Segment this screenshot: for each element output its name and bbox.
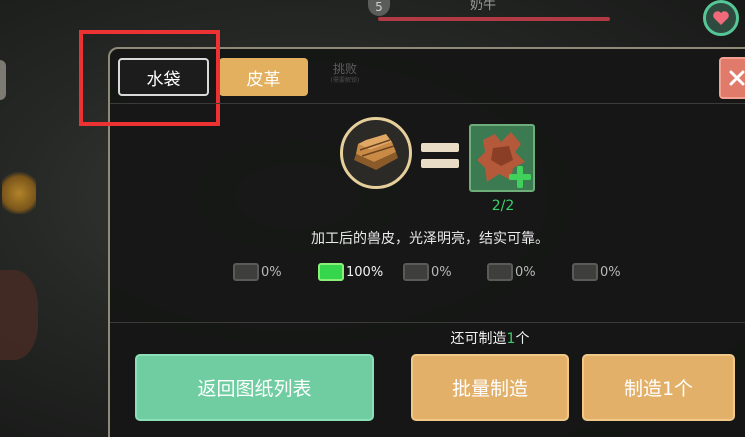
plus-icon — [509, 166, 531, 188]
quality-checkbox[interactable] — [487, 263, 513, 281]
ingredient-slot[interactable] — [340, 117, 412, 189]
close-icon — [729, 70, 745, 86]
favorite-button[interactable] — [703, 0, 739, 36]
background-creature — [0, 270, 38, 360]
tab-leather[interactable]: 皮革 — [219, 58, 308, 96]
target-health-bar — [378, 17, 610, 21]
quality-option[interactable]: 0% — [572, 263, 621, 281]
remaining-suffix: 个 — [515, 331, 530, 347]
hide-bundle-icon — [354, 134, 398, 170]
item-description: 加工后的兽皮，光泽明亮，结实可靠。 — [311, 231, 549, 247]
quality-option[interactable]: 0% — [487, 263, 536, 281]
target-name: 奶牛 — [470, 0, 497, 13]
tab-locked-label: 挑败 — [332, 62, 357, 76]
quality-label: 0% — [600, 264, 621, 280]
craft-one-button[interactable]: 制造1个 — [582, 354, 735, 421]
remaining-craft-count: 还可制造1个 — [400, 328, 580, 348]
header-divider — [110, 103, 745, 104]
background-figure — [0, 60, 6, 100]
quality-label: 0% — [431, 264, 452, 280]
quality-checkbox[interactable] — [233, 263, 259, 281]
result-slot[interactable] — [469, 124, 535, 192]
quality-label: 0% — [261, 264, 282, 280]
batch-craft-button[interactable]: 批量制造 — [411, 354, 569, 421]
quality-checkbox[interactable] — [318, 263, 344, 281]
back-to-blueprints-button[interactable]: 返回图纸列表 — [135, 354, 374, 421]
equals-sign-icon — [421, 143, 459, 169]
remaining-prefix: 还可制造 — [450, 331, 507, 347]
annotation-highlight — [79, 30, 220, 126]
close-button[interactable] — [719, 57, 745, 99]
quality-checkbox[interactable] — [403, 263, 429, 281]
item-count: 2/2 — [491, 198, 515, 214]
background-tree — [2, 168, 36, 214]
heart-icon — [713, 11, 729, 25]
quality-option-selected[interactable]: 100% — [318, 263, 383, 281]
quality-label: 100% — [346, 264, 384, 280]
level-badge: 5 — [368, 0, 390, 16]
footer-divider — [110, 322, 745, 323]
tab-locked[interactable]: 挑败 (需要解锁) — [320, 62, 370, 86]
tab-locked-sublabel: (需要解锁) — [330, 77, 360, 84]
quality-option[interactable]: 0% — [233, 263, 282, 281]
quality-checkbox[interactable] — [572, 263, 598, 281]
quality-label: 0% — [515, 264, 536, 280]
quality-option[interactable]: 0% — [403, 263, 452, 281]
